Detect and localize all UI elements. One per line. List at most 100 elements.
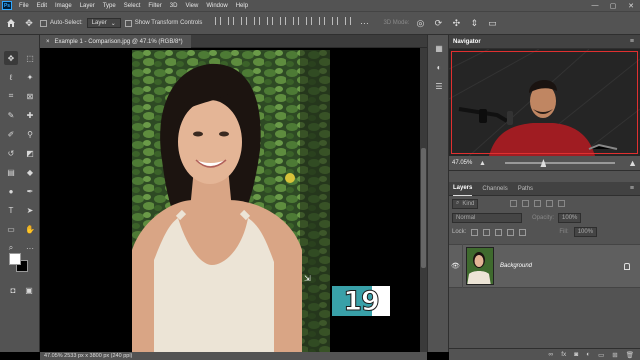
- maximize-button[interactable]: ▢: [604, 0, 622, 11]
- frame-tool-icon[interactable]: ⊠: [23, 89, 37, 103]
- brush-tool-icon[interactable]: ✐: [4, 127, 18, 141]
- distribute-top-icon[interactable]: [331, 16, 339, 26]
- filter-smart-object-icon[interactable]: [558, 200, 566, 207]
- screen-mode-icon[interactable]: ▣: [22, 283, 36, 297]
- zoom-slider-knob[interactable]: [540, 159, 547, 167]
- type-tool-icon[interactable]: T: [4, 203, 18, 217]
- tab-channels[interactable]: Channels: [482, 182, 507, 196]
- align-right-icon[interactable]: [240, 16, 248, 26]
- menu-file[interactable]: File: [15, 3, 33, 9]
- menu-filter[interactable]: Filter: [144, 3, 165, 9]
- magic-wand-icon[interactable]: ✦: [23, 70, 37, 84]
- layer-name[interactable]: Background: [500, 263, 532, 269]
- navigator-view-box[interactable]: [451, 51, 638, 154]
- distribute-bottom-icon[interactable]: [344, 16, 352, 26]
- canvas-area[interactable]: ⇲ 19: [40, 48, 420, 352]
- filter-shape-icon[interactable]: [546, 200, 554, 207]
- zoom-in-icon[interactable]: ▲: [628, 158, 637, 168]
- auto-select-box[interactable]: [40, 19, 47, 27]
- new-group-icon[interactable]: ▭: [598, 351, 604, 359]
- adjustments-panel-icon[interactable]: ◐: [433, 61, 445, 73]
- navigator-title[interactable]: Navigator: [453, 39, 481, 45]
- tab-layers[interactable]: Layers: [453, 182, 473, 196]
- video-camera-icon[interactable]: ▭: [485, 16, 499, 30]
- photoshop-logo[interactable]: Ps: [2, 1, 12, 10]
- navigator-zoom-value[interactable]: 47.05%: [452, 160, 474, 166]
- align-bottom-icon[interactable]: [279, 16, 287, 26]
- fill-input[interactable]: 100%: [573, 227, 598, 237]
- menu-edit[interactable]: Edit: [33, 3, 51, 9]
- path-selection-icon[interactable]: ➤: [23, 203, 37, 217]
- minimize-button[interactable]: —: [586, 0, 604, 11]
- properties-panel-icon[interactable]: ☰: [433, 80, 445, 92]
- healing-brush-icon[interactable]: ✚: [23, 108, 37, 122]
- marquee-tool-icon[interactable]: ⬚: [23, 51, 37, 65]
- 3d-orbit-icon[interactable]: ◎: [413, 16, 427, 30]
- layer-thumbnail[interactable]: [466, 247, 494, 285]
- menu-window[interactable]: Window: [202, 3, 231, 9]
- history-panel-icon[interactable]: ▦: [433, 42, 445, 54]
- align-left-icon[interactable]: [214, 16, 222, 26]
- transform-controls-box[interactable]: [124, 19, 132, 27]
- menu-image[interactable]: Image: [51, 3, 76, 9]
- zoom-slider[interactable]: [504, 159, 615, 167]
- filter-type-icon[interactable]: [534, 200, 542, 207]
- zoom-out-icon[interactable]: ▲: [479, 160, 486, 167]
- filter-adjustment-icon[interactable]: [522, 200, 530, 207]
- document-tab[interactable]: × Example 1 - Comparison.jpg @ 47.1% (RG…: [40, 35, 191, 48]
- layer-style-icon[interactable]: fx: [561, 351, 566, 358]
- history-brush-icon[interactable]: ↺: [4, 146, 18, 160]
- rectangle-tool-icon[interactable]: ▭: [4, 222, 18, 236]
- pen-tool-icon[interactable]: ✒: [23, 184, 37, 198]
- distribute-right-icon[interactable]: [318, 16, 326, 26]
- 3d-slide-icon[interactable]: ⇕: [467, 16, 481, 30]
- lock-artboard-icon[interactable]: [507, 228, 515, 236]
- quick-mask-icon[interactable]: ◘: [6, 283, 20, 297]
- 3d-pan-icon[interactable]: ✣: [449, 16, 463, 30]
- clone-stamp-icon[interactable]: ⚲: [23, 127, 37, 141]
- link-layers-icon[interactable]: ∞: [549, 351, 554, 358]
- dodge-tool-icon[interactable]: ●: [4, 184, 18, 198]
- 3d-roll-icon[interactable]: ⟳: [431, 16, 445, 30]
- auto-select-checkbox[interactable]: Auto-Select:: [40, 19, 83, 27]
- transform-controls-checkbox[interactable]: Show Transform Controls: [124, 19, 202, 27]
- align-center-icon[interactable]: [227, 16, 235, 26]
- blur-tool-icon[interactable]: ◆: [23, 165, 37, 179]
- visibility-eye-icon[interactable]: 👁: [449, 244, 463, 288]
- foreground-color[interactable]: [9, 253, 21, 265]
- scrollbar-thumb[interactable]: [421, 148, 426, 268]
- close-button[interactable]: ✕: [622, 0, 640, 11]
- move-tool-icon[interactable]: ✥: [4, 51, 18, 65]
- panel-menu-icon[interactable]: ≡: [630, 38, 634, 45]
- home-icon[interactable]: [4, 16, 18, 30]
- close-tab-icon[interactable]: ×: [46, 39, 50, 45]
- adjustment-layer-icon[interactable]: ◐: [586, 351, 590, 358]
- menu-view[interactable]: View: [181, 3, 202, 9]
- hand-tool-icon[interactable]: ✋: [23, 222, 37, 236]
- eraser-icon[interactable]: ◩: [23, 146, 37, 160]
- layers-menu-icon[interactable]: ≡: [630, 185, 634, 192]
- menu-layer[interactable]: Layer: [76, 3, 99, 9]
- lasso-tool-icon[interactable]: ℓ: [4, 70, 18, 84]
- distribute-center-icon[interactable]: [305, 16, 313, 26]
- navigator-preview[interactable]: [449, 49, 640, 156]
- document-image[interactable]: [132, 50, 330, 352]
- layer-row-background[interactable]: 👁 Background: [449, 244, 640, 288]
- delete-layer-icon[interactable]: 🗑: [626, 351, 634, 359]
- layer-filter-kind[interactable]: ⌕ Kind: [452, 198, 479, 209]
- lock-transparent-icon[interactable]: [471, 228, 479, 236]
- lock-all-icon[interactable]: [519, 228, 527, 236]
- opacity-input[interactable]: 100%: [558, 213, 582, 223]
- filter-pixel-icon[interactable]: [510, 200, 518, 207]
- menu-help[interactable]: Help: [232, 3, 252, 9]
- distribute-left-icon[interactable]: [292, 16, 300, 26]
- tab-paths[interactable]: Paths: [518, 182, 533, 196]
- eyedropper-icon[interactable]: ✎: [4, 108, 18, 122]
- gradient-tool-icon[interactable]: ▤: [4, 165, 18, 179]
- lock-position-icon[interactable]: [495, 228, 503, 236]
- align-middle-icon[interactable]: [266, 16, 274, 26]
- menu-3d[interactable]: 3D: [166, 3, 182, 9]
- more-options-icon[interactable]: ···: [357, 16, 371, 30]
- auto-select-dropdown[interactable]: Layer ⌄: [86, 18, 121, 28]
- new-layer-icon[interactable]: ⊞: [612, 351, 617, 359]
